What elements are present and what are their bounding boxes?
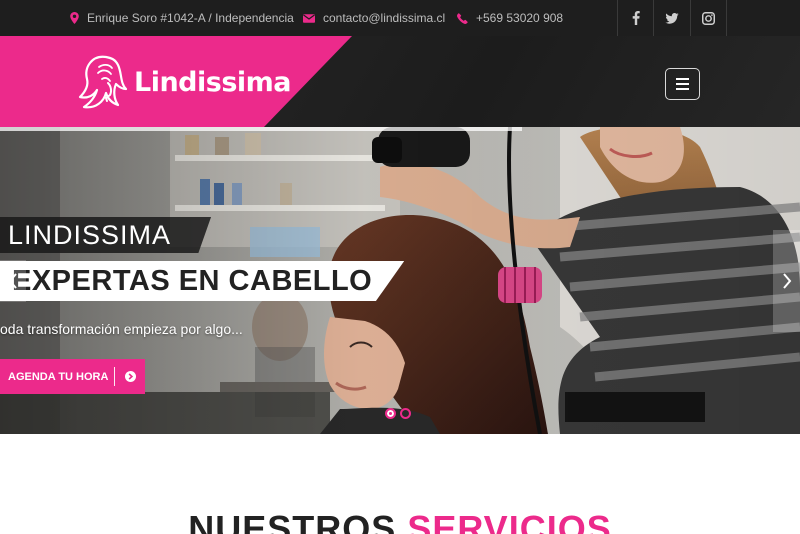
- hamburger-icon: [676, 78, 689, 80]
- slider-progress-line: [0, 127, 522, 131]
- services-section: NUESTROS SERVICIOS: [0, 434, 800, 534]
- email-text[interactable]: contacto@lindissima.cl: [323, 11, 445, 25]
- slider-dot-2[interactable]: [400, 408, 411, 419]
- twitter-link[interactable]: [653, 0, 690, 36]
- services-heading-part2: SERVICIOS: [407, 508, 612, 534]
- address-text: Enrique Soro #1042-A / Independencia: [87, 11, 294, 25]
- envelope-icon: [303, 13, 315, 23]
- twitter-icon: [665, 12, 679, 24]
- hero-caption-text: oda transformación empieza por algo...: [0, 321, 243, 337]
- map-marker-icon: [70, 12, 79, 24]
- site-logo[interactable]: Lindissima: [78, 52, 292, 112]
- menu-toggle-button[interactable]: [665, 68, 700, 100]
- address-info: Enrique Soro #1042-A / Independencia: [70, 0, 294, 36]
- chevron-right-icon: [782, 273, 791, 289]
- services-heading: NUESTROS SERVICIOS: [0, 508, 800, 534]
- hero-caption-subtitle: EXPERTAS EN CABELLO: [0, 261, 405, 301]
- email-info[interactable]: contacto@lindissima.cl: [303, 0, 445, 36]
- slider-prev-button[interactable]: [0, 260, 26, 302]
- logo-text: Lindissima: [134, 66, 292, 98]
- instagram-link[interactable]: [690, 0, 727, 36]
- slider-next-button[interactable]: [773, 230, 800, 332]
- phone-icon: [457, 12, 468, 24]
- hero-caption-title: LINDISSIMA: [0, 217, 212, 253]
- phone-info[interactable]: +569 53020 908: [457, 0, 563, 36]
- woman-silhouette-icon: [78, 55, 128, 109]
- services-heading-part1: NUESTROS: [188, 508, 397, 534]
- chevron-left-icon: [8, 273, 17, 289]
- arrow-circle-right-icon: [125, 371, 136, 382]
- button-divider: [114, 367, 115, 386]
- slider-pagination: [385, 408, 411, 419]
- book-appointment-button[interactable]: AGENDA TU HORA: [0, 359, 145, 394]
- book-appointment-label: AGENDA TU HORA: [8, 370, 109, 383]
- hero-slider: LINDISSIMA EXPERTAS EN CABELLO oda trans…: [0, 127, 800, 434]
- instagram-icon: [702, 11, 715, 25]
- slider-dot-1[interactable]: [385, 408, 396, 419]
- facebook-link[interactable]: [617, 0, 654, 36]
- top-contact-bar: Enrique Soro #1042-A / Independencia con…: [0, 0, 800, 36]
- facebook-icon: [632, 11, 640, 25]
- phone-text[interactable]: +569 53020 908: [476, 11, 563, 25]
